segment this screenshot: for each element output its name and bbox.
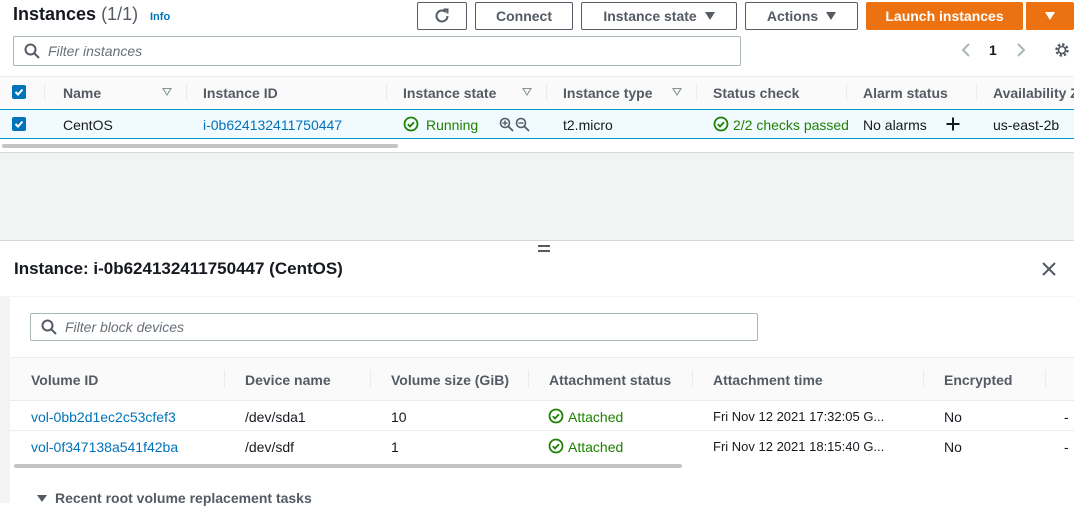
info-link[interactable]: Info <box>150 11 170 23</box>
table-empty-area <box>0 152 1074 241</box>
status-check-value[interactable]: 2/2 checks passed <box>733 117 849 133</box>
col-alarm-status[interactable]: Alarm status <box>863 85 948 101</box>
horizontal-scrollbar[interactable] <box>2 144 398 148</box>
refresh-button[interactable] <box>417 2 467 30</box>
sort-icon[interactable] <box>672 88 682 96</box>
plus-icon[interactable] <box>945 116 961 132</box>
device-name-value: /dev/sdf <box>245 439 295 455</box>
col-encrypted[interactable]: Encrypted <box>944 372 1012 388</box>
check-circle-icon <box>403 116 419 132</box>
sort-icon[interactable] <box>162 88 172 96</box>
attachment-status-value: Attached <box>568 439 624 455</box>
instance-count: (1/1) <box>101 4 139 24</box>
block-devices-table-header <box>10 357 1074 401</box>
instance-state-button[interactable]: Instance state <box>581 2 737 30</box>
instance-type-value: t2.micro <box>563 117 613 133</box>
volume-size-value: 1 <box>391 439 399 455</box>
attachment-time-value: Fri Nov 12 2021 17:32:05 G... <box>713 409 885 424</box>
launch-instances-button[interactable]: Launch instances <box>866 2 1023 30</box>
instance-state-value: Running <box>426 117 479 133</box>
resize-handle[interactable] <box>538 245 550 255</box>
split-divider <box>0 240 1074 241</box>
encrypted-value: No <box>944 409 962 425</box>
attachment-status-value: Attached <box>568 409 624 425</box>
col-attachment-time[interactable]: Attachment time <box>713 372 823 388</box>
zoom-in-icon[interactable] <box>499 117 514 132</box>
actions-label: Actions <box>766 8 819 24</box>
close-icon[interactable] <box>1041 261 1057 277</box>
instance-id-link[interactable]: i-0b624132411750447 <box>203 117 342 133</box>
page-title: Instances (1/1) <box>13 4 139 24</box>
volume-size-value: 10 <box>391 409 407 425</box>
col-volume-size[interactable]: Volume size (GiB) <box>391 372 509 388</box>
caret-down-icon <box>37 494 47 502</box>
replacement-tasks-toggle[interactable]: Recent root volume replacement tasks <box>37 490 312 506</box>
col-instance-id[interactable]: Instance ID <box>203 85 278 101</box>
detail-panel-title: Instance: i-0b624132411750447 (CentOS) <box>14 259 343 278</box>
col-volume-id[interactable]: Volume ID <box>31 372 98 388</box>
horizontal-scrollbar[interactable] <box>14 464 682 468</box>
col-availability-zone[interactable]: Availability Z <box>993 85 1074 101</box>
col-instance-state[interactable]: Instance state <box>403 85 496 101</box>
instance-state-label: Instance state <box>603 8 697 24</box>
col-status-check[interactable]: Status check <box>713 85 799 101</box>
sort-icon[interactable] <box>522 88 532 96</box>
filter-placeholder: Filter instances <box>48 43 143 59</box>
row-checkbox[interactable] <box>12 117 26 131</box>
attachment-time-value: Fri Nov 12 2021 18:15:40 G... <box>713 439 885 454</box>
availability-zone-value: us-east-2b <box>993 117 1060 133</box>
check-circle-icon <box>548 438 564 454</box>
chevron-left-icon[interactable] <box>959 42 973 58</box>
volume-id-link[interactable]: vol-0bb2d1ec2c53cfef3 <box>31 409 176 425</box>
volume-id-link[interactable]: vol-0f347138a541f42ba <box>31 439 178 455</box>
col-attachment-status[interactable]: Attachment status <box>549 372 671 388</box>
caret-down-icon <box>826 12 837 20</box>
launch-dropdown-button[interactable] <box>1025 2 1074 30</box>
page-number[interactable]: 1 <box>989 42 997 58</box>
zoom-out-icon[interactable] <box>515 117 530 132</box>
col-instance-type[interactable]: Instance type <box>563 85 652 101</box>
refresh-icon <box>435 8 449 23</box>
search-icon <box>24 43 40 59</box>
actions-button[interactable]: Actions <box>745 2 858 30</box>
connect-button[interactable]: Connect <box>475 2 573 30</box>
filter-block-placeholder: Filter block devices <box>65 319 185 335</box>
alarm-status-value: No alarms <box>863 117 927 133</box>
caret-down-icon <box>704 12 715 20</box>
extra-column-value: - <box>1064 439 1069 455</box>
section-label: Recent root volume replacement tasks <box>55 490 312 506</box>
select-all-checkbox[interactable] <box>12 85 26 99</box>
col-device-name[interactable]: Device name <box>245 372 331 388</box>
instance-name: CentOS <box>63 117 113 133</box>
chevron-right-icon[interactable] <box>1014 42 1028 58</box>
encrypted-value: No <box>944 439 962 455</box>
device-name-value: /dev/sda1 <box>245 409 306 425</box>
filter-block-devices-input[interactable]: Filter block devices <box>30 313 758 341</box>
col-name[interactable]: Name <box>63 85 101 101</box>
check-circle-icon <box>548 408 564 424</box>
filter-instances-input[interactable]: Filter instances <box>13 36 741 66</box>
extra-column-value: - <box>1064 409 1069 425</box>
check-circle-icon <box>713 116 729 132</box>
search-icon <box>41 319 57 335</box>
caret-down-icon <box>1044 12 1055 20</box>
gear-icon[interactable] <box>1053 41 1071 59</box>
